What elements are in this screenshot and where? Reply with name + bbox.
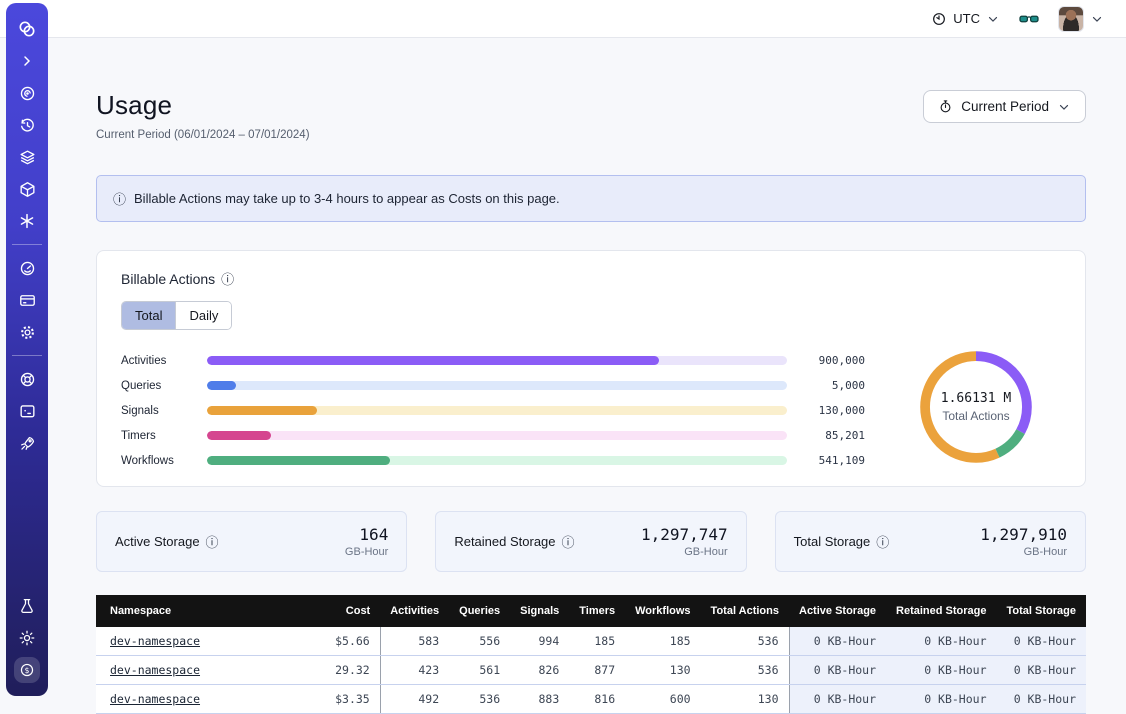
tab-daily[interactable]: Daily: [175, 302, 231, 329]
avatar[interactable]: [1058, 6, 1084, 32]
tab-total[interactable]: Total: [122, 302, 175, 329]
namespace-link[interactable]: dev-namespace: [110, 663, 200, 677]
chevron-down-icon: [1090, 12, 1104, 26]
table-row: dev-namespace 29.32 423 561 826 877 130 …: [96, 656, 1086, 685]
retained-storage-card: Retained Storage ⓘ 1,297,747 GB-Hour: [435, 511, 746, 572]
total-storage-card: Total Storage ⓘ 1,297,910 GB-Hour: [775, 511, 1086, 572]
retained-storage-value: 1,297,747: [641, 525, 728, 544]
settings-gear-icon[interactable]: [14, 319, 40, 345]
total-storage-value: 1,297,910: [980, 525, 1067, 544]
lab-flask-icon[interactable]: [14, 593, 40, 619]
namespace-link[interactable]: dev-namespace: [110, 634, 200, 648]
history-icon[interactable]: [14, 112, 40, 138]
asterisk-icon[interactable]: [14, 208, 40, 234]
total-daily-toggle: Total Daily: [121, 301, 232, 330]
namespaces-swirl-icon[interactable]: [14, 80, 40, 106]
rail-divider: [12, 244, 42, 245]
rocket-icon[interactable]: [14, 430, 40, 456]
total-actions-donut: 1.66131 M Total Actions: [891, 342, 1061, 472]
table-header-row: Namespace Cost Activities Queries Signal…: [96, 595, 1086, 627]
period-dropdown-label: Current Period: [961, 99, 1049, 114]
bar-row-timers: Timers 85,201: [121, 423, 865, 448]
col-retained-storage[interactable]: Retained Storage: [886, 595, 996, 627]
cube-icon[interactable]: [14, 176, 40, 202]
nav-rail: $: [6, 3, 48, 696]
theme-sun-icon[interactable]: [14, 625, 40, 651]
page-title: Usage: [96, 90, 310, 121]
period-dropdown-button[interactable]: Current Period: [923, 90, 1086, 123]
active-storage-label: Active Storage: [115, 534, 200, 549]
main-content: Usage Current Period (06/01/2024 – 07/01…: [56, 38, 1126, 700]
col-namespace[interactable]: Namespace: [96, 595, 320, 627]
billable-actions-card: Billable Actions ⓘ Total Daily Activitie…: [96, 250, 1086, 487]
active-storage-card: Active Storage ⓘ 164 GB-Hour: [96, 511, 407, 572]
info-icon[interactable]: ⓘ: [206, 532, 219, 551]
user-menu[interactable]: [1058, 6, 1104, 32]
top-bar: UTC: [0, 0, 1126, 38]
clock-icon: [931, 11, 947, 27]
billable-bars: Activities 900,000 Queries 5,000 Signals…: [121, 348, 891, 473]
retained-storage-label: Retained Storage: [454, 534, 555, 549]
info-icon[interactable]: ⓘ: [876, 532, 889, 551]
svg-text:$: $: [25, 666, 30, 675]
col-workflows[interactable]: Workflows: [625, 595, 700, 627]
col-timers[interactable]: Timers: [569, 595, 625, 627]
table-row: dev-namespace $5.66 583 556 994 185 185 …: [96, 627, 1086, 656]
info-icon[interactable]: ⓘ: [221, 269, 234, 288]
namespace-link[interactable]: dev-namespace: [110, 692, 200, 706]
total-storage-label: Total Storage: [794, 534, 871, 549]
timezone-label: UTC: [953, 11, 980, 26]
timezone-selector[interactable]: UTC: [931, 11, 1000, 27]
support-lifebuoy-icon[interactable]: [14, 366, 40, 392]
chevron-down-icon: [986, 12, 1000, 26]
usage-gauge-icon[interactable]: [14, 255, 40, 281]
col-total-actions[interactable]: Total Actions: [701, 595, 789, 627]
col-queries[interactable]: Queries: [449, 595, 510, 627]
billable-actions-title: Billable Actions: [121, 271, 215, 287]
col-active-storage[interactable]: Active Storage: [789, 595, 886, 627]
temporal-logo[interactable]: [14, 16, 40, 42]
info-banner: ⓘ Billable Actions may take up to 3-4 ho…: [96, 175, 1086, 222]
current-period-subtitle: Current Period (06/01/2024 – 07/01/2024): [96, 129, 310, 141]
namespace-usage-table: Namespace Cost Activities Queries Signal…: [96, 595, 1086, 714]
billing-card-icon[interactable]: [14, 287, 40, 313]
retained-storage-unit: GB-Hour: [641, 546, 728, 558]
storage-cards: Active Storage ⓘ 164 GB-Hour Retained St…: [96, 511, 1086, 572]
info-icon[interactable]: ⓘ: [562, 532, 575, 551]
info-banner-text: Billable Actions may take up to 3-4 hour…: [134, 191, 560, 206]
stopwatch-icon: [938, 99, 953, 114]
rail-divider: [12, 355, 42, 356]
bar-row-activities: Activities 900,000: [121, 348, 865, 373]
info-icon: ⓘ: [113, 189, 126, 208]
layers-icon[interactable]: [14, 144, 40, 170]
glasses-icon[interactable]: [1018, 8, 1040, 30]
chevron-down-icon: [1057, 100, 1071, 114]
active-storage-unit: GB-Hour: [345, 546, 388, 558]
cost-coin-icon[interactable]: $: [14, 657, 40, 683]
bar-row-signals: Signals 130,000: [121, 398, 865, 423]
bar-row-queries: Queries 5,000: [121, 373, 865, 398]
chevron-right-icon[interactable]: [14, 48, 40, 74]
active-storage-value: 164: [345, 525, 388, 544]
col-cost[interactable]: Cost: [320, 595, 380, 627]
total-storage-unit: GB-Hour: [980, 546, 1067, 558]
col-signals[interactable]: Signals: [510, 595, 569, 627]
terminal-icon[interactable]: [14, 398, 40, 424]
bar-row-workflows: Workflows 541,109: [121, 448, 865, 473]
col-activities[interactable]: Activities: [380, 595, 449, 627]
table-row: dev-namespace $3.35 492 536 883 816 600 …: [96, 685, 1086, 714]
col-total-storage[interactable]: Total Storage: [997, 595, 1087, 627]
